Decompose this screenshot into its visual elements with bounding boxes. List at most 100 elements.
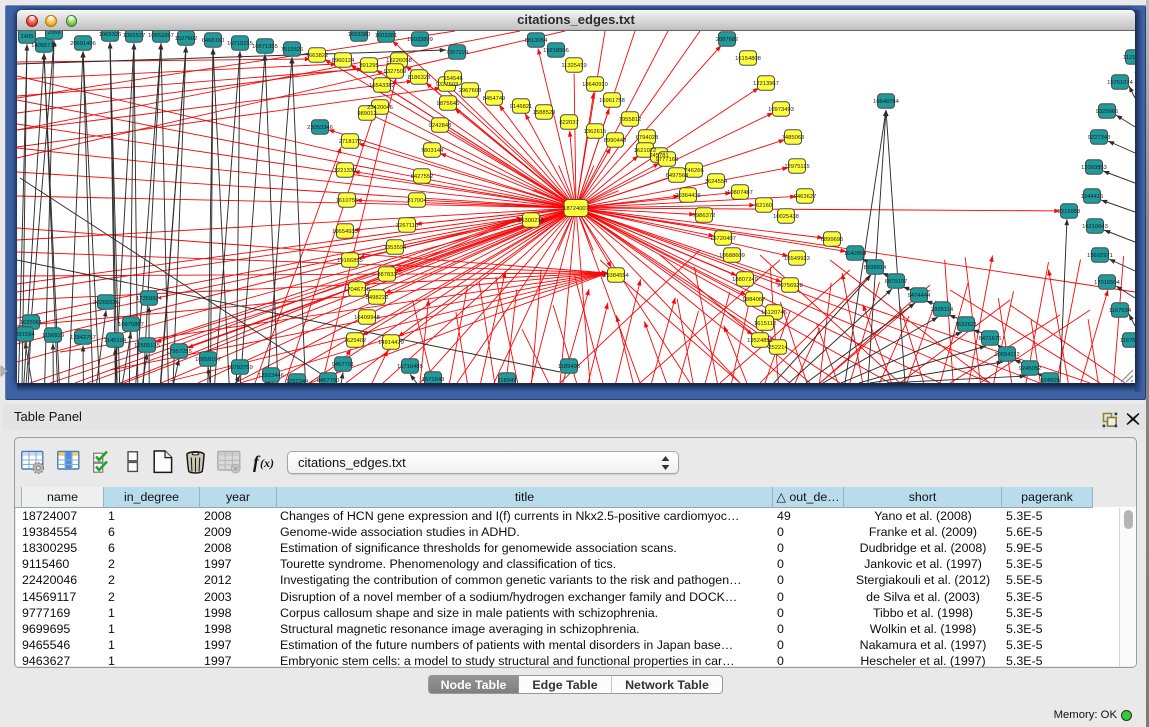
svg-text:10719155: 10719155	[227, 41, 253, 47]
svg-text:10807487: 10807487	[727, 190, 753, 196]
svg-text:9327503: 9327503	[436, 82, 459, 88]
svg-text:15692971: 15692971	[1087, 253, 1113, 259]
svg-text:16409948: 16409948	[354, 315, 380, 321]
svg-text:1065527: 1065527	[123, 33, 146, 39]
svg-text:9884067: 9884067	[743, 297, 766, 303]
svg-text:7632621: 7632621	[955, 322, 978, 328]
svg-text:(x): (x)	[260, 456, 274, 470]
svg-text:9227343: 9227343	[1088, 135, 1111, 141]
svg-text:15300213: 15300213	[518, 218, 544, 224]
svg-text:1603381: 1603381	[375, 33, 398, 39]
svg-text:18807249: 18807249	[732, 277, 758, 283]
svg-text:10653267: 10653267	[148, 33, 174, 39]
svg-text:1588520: 1588520	[533, 110, 556, 116]
svg-text:9463627: 9463627	[794, 194, 817, 200]
svg-text:1405: 1405	[21, 34, 34, 40]
svg-text:8813054: 8813054	[525, 38, 548, 44]
svg-text:9875645: 9875645	[437, 101, 460, 107]
svg-text:1353594: 1353594	[384, 245, 407, 251]
svg-text:9329966: 9329966	[1096, 109, 1119, 115]
svg-text:1065326: 1065326	[99, 32, 122, 38]
svg-text:1121546: 1121546	[1123, 55, 1135, 61]
svg-text:20364436: 20364436	[675, 193, 701, 199]
svg-text:16648784: 16648784	[873, 99, 900, 105]
svg-text:8427552: 8427552	[411, 174, 434, 180]
svg-text:9777169: 9777169	[656, 157, 679, 163]
svg-text:20756928: 20756928	[777, 283, 803, 289]
svg-text:16033809: 16033809	[407, 37, 433, 43]
svg-text:1167534: 1167534	[1109, 308, 1132, 314]
svg-text:891295: 891295	[359, 63, 378, 69]
svg-text:2087682: 2087682	[716, 37, 739, 43]
svg-text:2935114: 2935114	[931, 307, 954, 313]
svg-text:16543382: 16543382	[369, 83, 395, 89]
svg-text:8938914: 8938914	[864, 265, 887, 271]
svg-text:16549923: 16549923	[784, 256, 810, 262]
svg-text:1145194: 1145194	[104, 338, 127, 344]
svg-text:1221339: 1221339	[334, 168, 357, 174]
svg-text:6879197: 6879197	[885, 279, 908, 285]
svg-text:10025438: 10025438	[773, 214, 799, 220]
svg-text:16154808: 16154808	[735, 56, 761, 62]
svg-text:10654112: 10654112	[994, 352, 1019, 358]
svg-text:887833: 887833	[377, 272, 396, 278]
svg-text:14914479: 14914479	[378, 340, 404, 346]
svg-text:1244415: 1244415	[1081, 194, 1104, 200]
svg-text:12213967: 12213967	[753, 81, 779, 87]
svg-text:17046738: 17046738	[344, 287, 370, 293]
svg-text:19166855: 19166855	[337, 258, 363, 264]
svg-text:3624554: 3624554	[705, 179, 728, 185]
svg-text:10975867: 10975867	[118, 322, 144, 328]
svg-text:8454749: 8454749	[483, 96, 506, 102]
svg-text:3267110: 3267110	[396, 223, 418, 229]
svg-text:17957255: 17957255	[166, 349, 192, 355]
svg-text:10671355: 10671355	[252, 44, 278, 50]
svg-text:9245052: 9245052	[1019, 366, 1042, 372]
svg-text:2718176: 2718176	[339, 139, 362, 145]
svg-text:2069: 2069	[48, 31, 61, 36]
svg-text:1615112: 1615112	[754, 321, 776, 327]
svg-text:15751074: 15751074	[1107, 80, 1134, 86]
svg-text:11325419: 11325419	[561, 63, 586, 69]
svg-text:1527602: 1527602	[175, 36, 198, 42]
svg-text:9242848: 9242848	[429, 123, 452, 129]
svg-text:23053346: 23053346	[307, 125, 333, 131]
svg-text:9146821: 9146821	[510, 104, 533, 110]
svg-text:1635061: 1635061	[20, 320, 43, 326]
svg-text:1362615: 1362615	[584, 129, 607, 135]
svg-text:9457791: 9457791	[332, 362, 355, 368]
svg-text:18724007: 18724007	[563, 206, 589, 212]
svg-text:1603380: 1603380	[348, 32, 371, 38]
svg-text:12923446: 12923446	[258, 373, 284, 379]
svg-text:6794028: 6794028	[636, 135, 659, 141]
svg-text:16961758: 16961758	[599, 98, 625, 104]
svg-text:2967608: 2967608	[459, 88, 482, 94]
svg-text:16782759: 16782759	[227, 365, 253, 371]
svg-text:12093853: 12093853	[1081, 165, 1107, 171]
svg-text:8990448: 8990448	[604, 138, 627, 144]
svg-text:8960124: 8960124	[332, 58, 355, 64]
svg-text:8186323: 8186323	[408, 75, 431, 81]
svg-text:17016504: 17016504	[1094, 280, 1121, 286]
svg-text:19384554: 19384554	[603, 273, 630, 279]
svg-text:10973493: 10973493	[768, 107, 794, 113]
svg-text:19218506: 19218506	[543, 48, 569, 54]
svg-text:822037: 822037	[559, 120, 578, 126]
svg-text:62160: 62160	[756, 203, 772, 209]
svg-text:12942757: 12942757	[70, 335, 96, 341]
svg-text:16120746: 16120746	[761, 310, 787, 316]
svg-text:1189495: 1189495	[558, 364, 580, 370]
svg-text:13524851: 13524851	[747, 338, 773, 344]
svg-text:7357224: 7357224	[446, 50, 469, 56]
svg-text:5498222: 5498222	[366, 295, 389, 301]
svg-text:7803144: 7803144	[421, 148, 444, 154]
svg-text:6899695: 6899695	[821, 237, 844, 243]
svg-text:7515526: 7515526	[281, 47, 304, 53]
svg-text:6497568: 6497568	[666, 173, 689, 179]
svg-text:1610755: 1610755	[336, 198, 359, 204]
svg-text:16210643: 16210643	[1082, 224, 1108, 230]
svg-text:7663822: 7663822	[306, 53, 329, 59]
svg-text:817004: 817004	[407, 198, 427, 204]
svg-text:12975115: 12975115	[784, 164, 809, 170]
svg-text:7625402: 7625402	[344, 338, 367, 344]
